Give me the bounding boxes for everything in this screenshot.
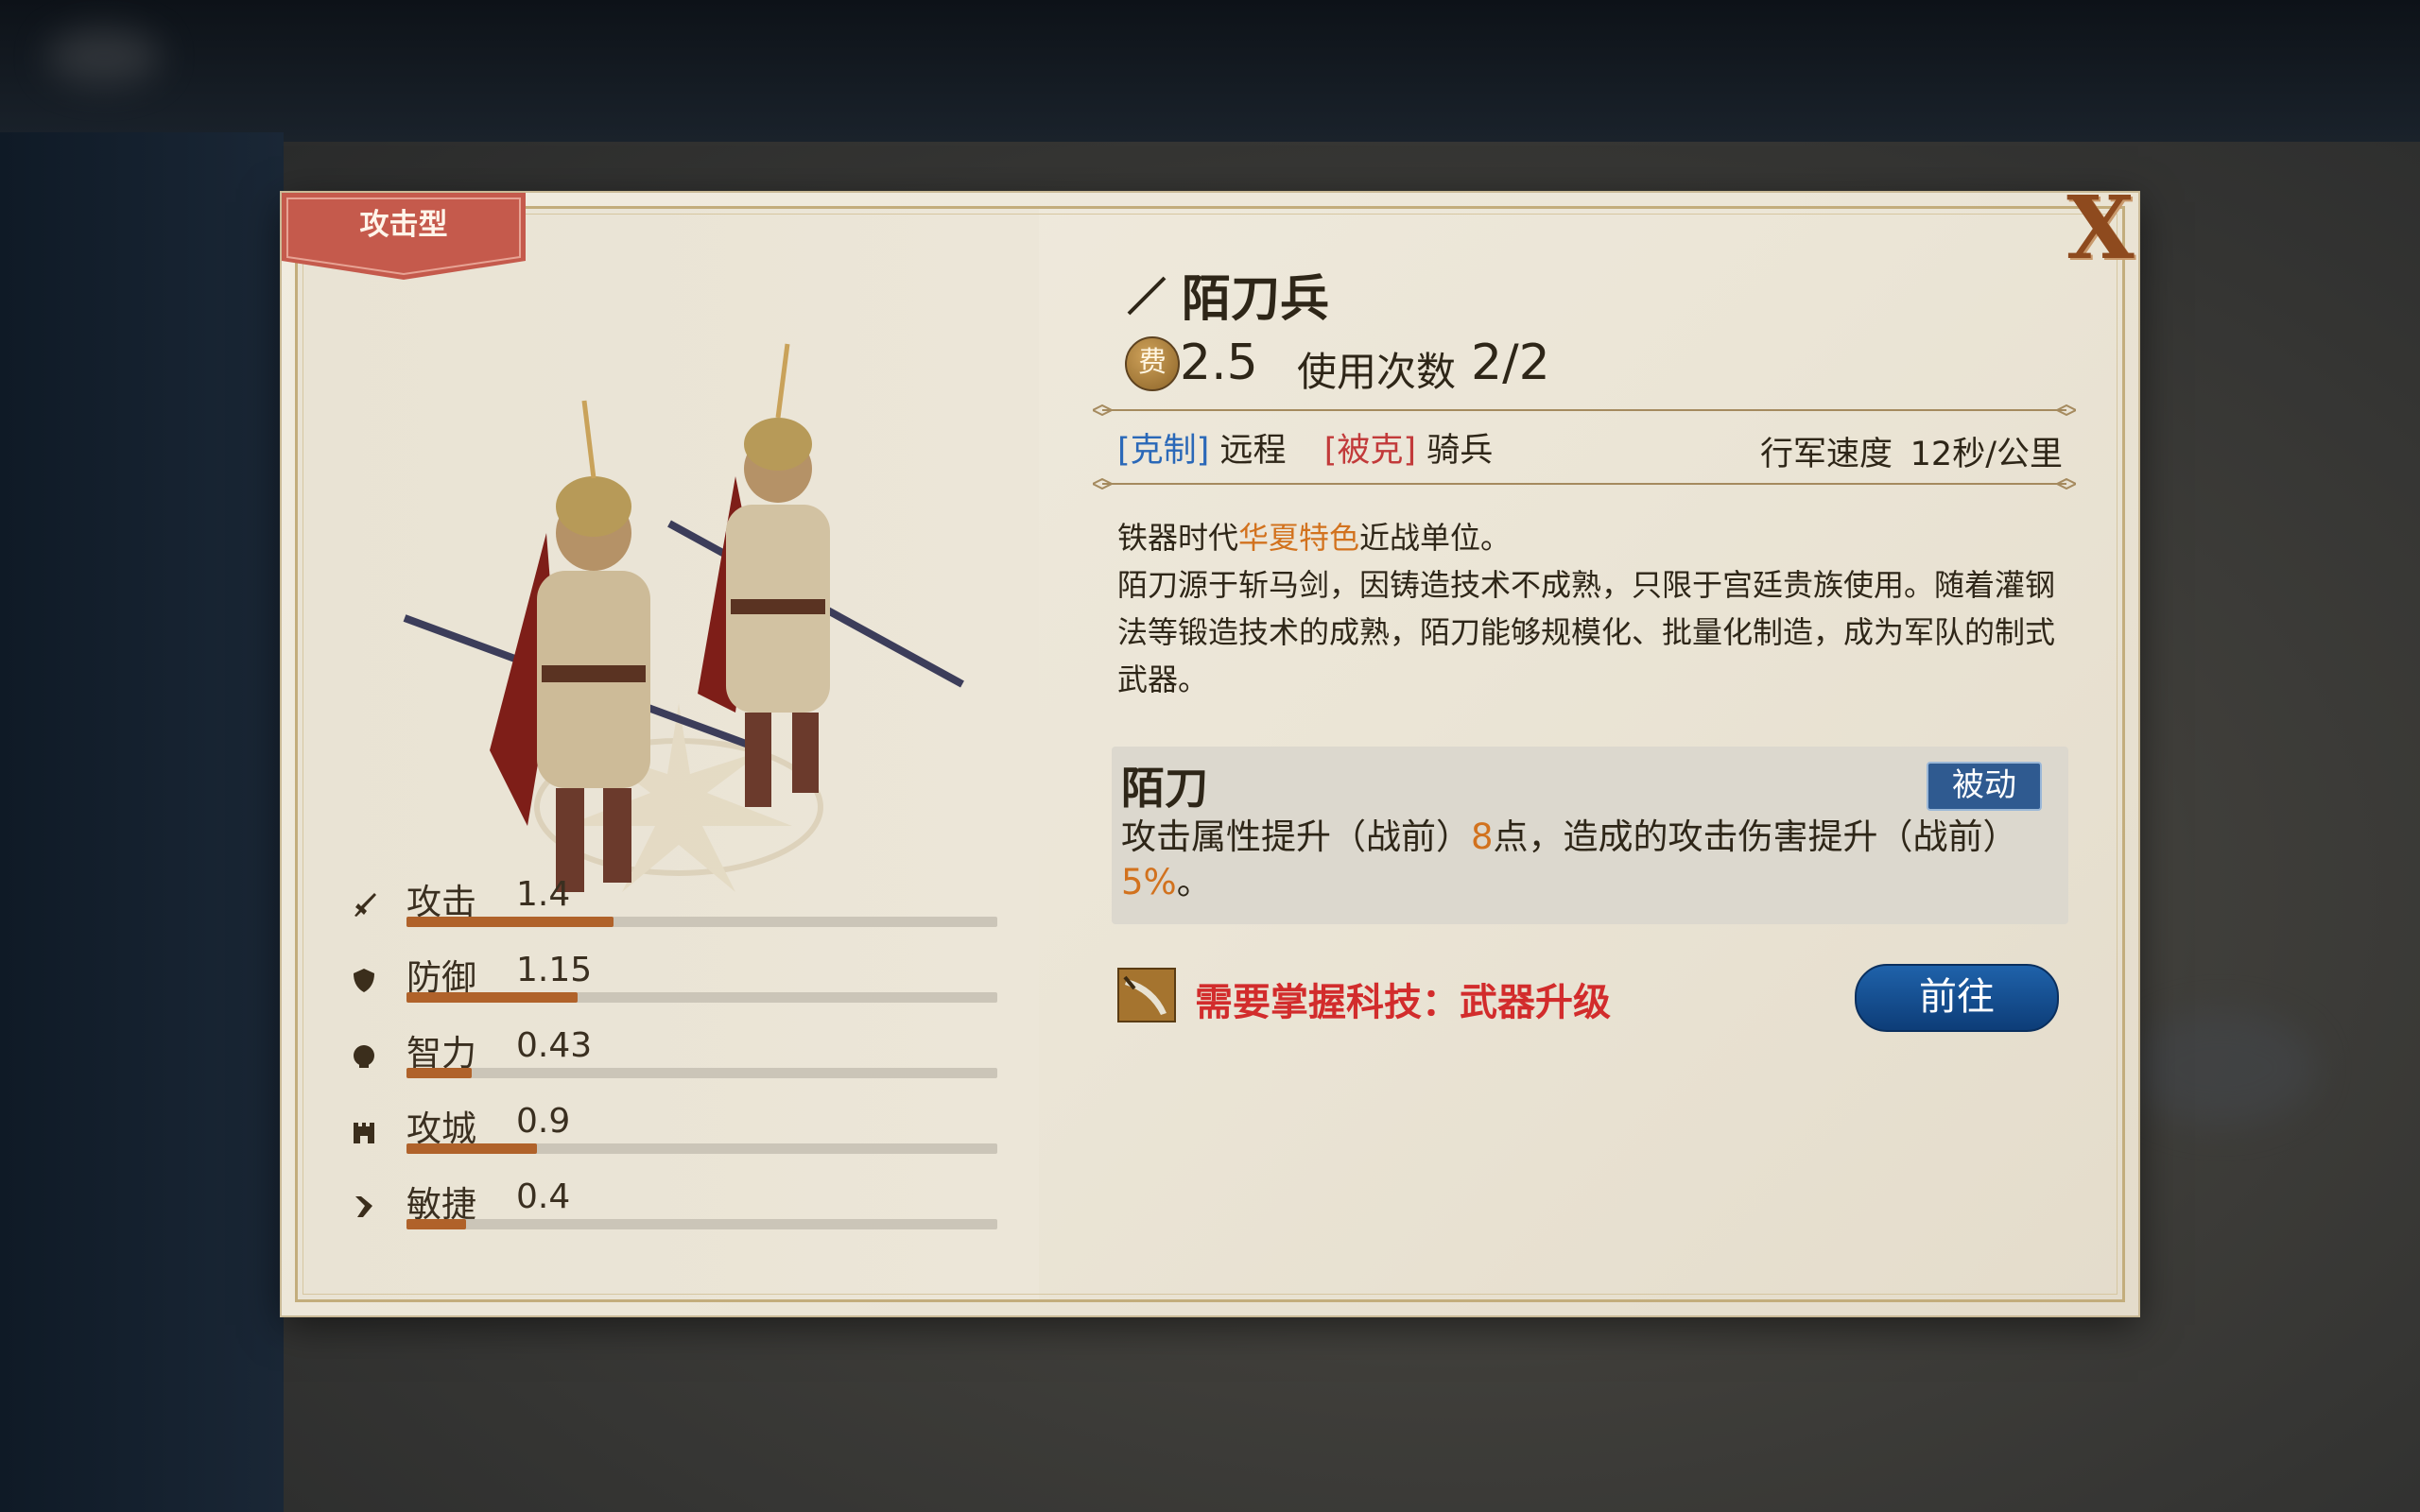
skill-type-badge: 被动 xyxy=(1927,762,2042,811)
stat-row-agility: 敏捷 0.4 xyxy=(350,1177,997,1247)
melee-weapon-icon xyxy=(1127,276,1167,316)
skill-desc-text: 攻击属性提升（战前） xyxy=(1121,816,1471,857)
stat-value: 0.4 xyxy=(516,1177,571,1216)
stat-bar xyxy=(406,1143,997,1154)
shield-icon xyxy=(354,969,374,992)
divider-line xyxy=(1093,404,2076,416)
march-speed-value: 12秒/公里 xyxy=(1910,436,2063,473)
stat-value: 0.9 xyxy=(516,1102,571,1141)
unit-description: 铁器时代华夏特色近战单位。 陌刀源于斩马剑，因铸造技术不成熟，只限于宫廷贵族使用… xyxy=(1117,514,2063,703)
skill-desc-text: 点，造成的攻击伤害提升（战前） xyxy=(1493,816,2018,857)
countered-target: 骑兵 xyxy=(1426,432,1494,470)
uses-value: 2/2 xyxy=(1471,335,1550,391)
weapon-tech-icon xyxy=(1117,968,1176,1022)
brain-icon xyxy=(354,1045,374,1068)
skill-desc-value: 5% xyxy=(1121,862,1177,902)
stat-bar xyxy=(406,1219,997,1229)
stat-row-siege: 攻城 0.9 xyxy=(350,1102,997,1172)
divider-line xyxy=(1093,478,2076,490)
cost-coin-icon: 费 xyxy=(1125,336,1180,391)
cost-value: 2.5 xyxy=(1180,335,1258,391)
stat-value: 0.43 xyxy=(516,1026,593,1065)
description-body: 陌刀源于斩马剑，因铸造技术不成熟，只限于宫廷贵族使用。随着灌钢法等锻造技术的成熟… xyxy=(1117,567,2056,697)
skill-desc-value: 8 xyxy=(1471,816,1494,857)
stat-row-intelligence: 智力 0.43 xyxy=(350,1026,997,1096)
skill-desc-text: 。 xyxy=(1176,862,1212,902)
stat-bar-fill xyxy=(406,992,579,1003)
stat-bar xyxy=(406,917,997,927)
march-speed-label: 行军速度 xyxy=(1759,436,1893,473)
unit-name: 陌刀兵 xyxy=(1182,271,1330,328)
unit-cost-row: 费 2.5 使用次数 2/2 xyxy=(1125,335,1692,395)
background-blur xyxy=(47,28,161,85)
description-highlight: 华夏特色 xyxy=(1238,520,1360,556)
uses-label: 使用次数 xyxy=(1297,349,1457,395)
skill-description: 攻击属性提升（战前）8点，造成的攻击伤害提升（战前） 5%。 xyxy=(1121,815,2057,905)
stat-bar-fill xyxy=(406,1143,537,1154)
stat-row-defense: 防御 1.15 xyxy=(350,951,997,1021)
description-era: 铁器时代 xyxy=(1117,520,1239,556)
description-line1: 铁器时代华夏特色近战单位。 xyxy=(1117,514,2063,561)
sword-icon xyxy=(354,893,376,917)
counters-target: 远程 xyxy=(1219,432,1287,470)
background-top-bar xyxy=(0,0,2420,142)
tower-icon xyxy=(354,1123,374,1143)
stat-bar xyxy=(406,992,997,1003)
unit-detail-panel: 攻击型 X 攻击 1.4 防御 1.15 智力 0.43 攻城 0.9 敏捷 0… xyxy=(282,184,2138,1315)
soldier-figure-right xyxy=(667,343,964,807)
stat-row-attack: 攻击 1.4 xyxy=(350,875,997,945)
stat-bar-fill xyxy=(406,1219,466,1229)
counters-tag: [克制] xyxy=(1117,432,1210,470)
go-to-tech-button[interactable]: 前往 xyxy=(1855,964,2059,1032)
stat-value: 1.15 xyxy=(516,951,593,989)
skill-card: 陌刀 被动 攻击属性提升（战前）8点，造成的攻击伤害提升（战前） 5%。 xyxy=(1112,747,2068,924)
unit-type-label: 攻击型 xyxy=(359,208,448,242)
skill-name: 陌刀 xyxy=(1121,763,1208,814)
stat-bar xyxy=(406,1068,997,1078)
countered-tag: [被克] xyxy=(1323,432,1417,470)
background-blur xyxy=(2127,1011,2316,1125)
close-button[interactable]: X xyxy=(2057,184,2144,271)
stat-value: 1.4 xyxy=(516,875,571,914)
counter-info-row: [克制] 远程 [被克] 骑兵 行军速度 12秒/公里 xyxy=(1117,423,2063,473)
stat-bar-fill xyxy=(406,1068,472,1078)
stat-bar-fill xyxy=(406,917,614,927)
tech-requirement-text: 需要掌握科技：武器升级 xyxy=(1195,981,1611,1024)
boot-icon xyxy=(355,1196,372,1217)
description-role: 近战单位。 xyxy=(1359,520,1512,556)
background-sidebar xyxy=(0,132,284,1512)
